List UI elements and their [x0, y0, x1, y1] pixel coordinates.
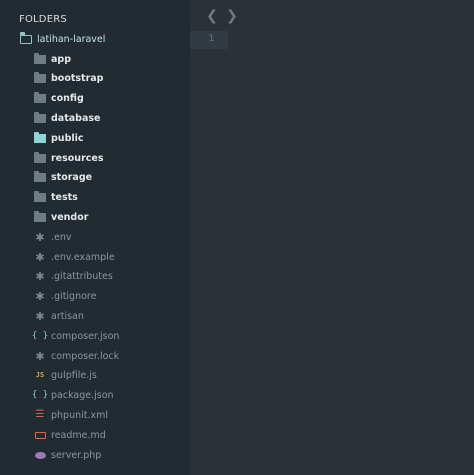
tree-folder-label: app — [51, 53, 72, 65]
tree-file-label: composer.json — [51, 330, 120, 342]
tree-root-folder[interactable]: latihan-laravel — [19, 30, 105, 48]
json-braces-icon: { } — [31, 390, 49, 401]
tree-folder-public[interactable]: public — [33, 129, 84, 147]
sidebar: FOLDERS latihan-laravel app bootstrap conf… — [0, 0, 190, 475]
tree-folder-storage[interactable]: storage — [33, 169, 92, 187]
tree-file-item[interactable]: ✱ .env — [33, 228, 72, 246]
active-line-gutter: 1 — [190, 31, 228, 49]
tree-file-item[interactable]: { } composer.json — [31, 327, 120, 345]
xml-icon: ☰ — [35, 409, 45, 421]
folder-icon — [33, 171, 47, 185]
folder-icon — [33, 151, 47, 165]
tree-file-label: gulpfile.js — [51, 370, 97, 382]
tree-folder-label: vendor — [51, 211, 89, 223]
tree-file-label: phpunit.xml — [51, 409, 109, 421]
asterisk-icon: ✱ — [35, 290, 45, 304]
tree-folder-label: config — [51, 93, 84, 105]
folder-icon — [33, 72, 47, 86]
tree-folder-label: storage — [51, 172, 93, 184]
tree-file-item[interactable]: ✱ composer.lock — [33, 347, 119, 365]
tree-file-item[interactable]: { } package.json — [31, 387, 114, 405]
tree-folder-label: public — [51, 132, 84, 144]
folder-icon — [33, 131, 47, 145]
tree-folder-label: resources — [51, 152, 104, 164]
tree-file-item[interactable]: server.php — [33, 446, 101, 464]
tree-file-item[interactable]: ✱ .gitignore — [33, 288, 96, 306]
tree-folder-database[interactable]: database — [33, 109, 100, 127]
asterisk-icon: ✱ — [35, 230, 45, 244]
tree-file-item[interactable]: JS gulpfile.js — [33, 367, 97, 385]
tree-folder-bootstrap[interactable]: bootstrap — [33, 70, 104, 88]
folder-icon — [33, 210, 47, 224]
tree-folder-app[interactable]: app — [33, 50, 71, 68]
folder-icon — [33, 191, 47, 205]
tree-file-label: package.json — [51, 390, 114, 402]
back-button[interactable]: ❮ — [205, 8, 219, 24]
editor-pane[interactable]: ❮ ❯ 1 — [190, 0, 474, 475]
tree-file-item[interactable]: ✱ .env.example — [33, 248, 115, 266]
tree-file-item[interactable]: ☰ phpunit.xml — [33, 406, 109, 424]
tree-file-label: .env — [51, 231, 72, 243]
tree-folder-vendor[interactable]: vendor — [33, 208, 88, 226]
tree-folder-label: bootstrap — [51, 73, 104, 85]
json-braces-icon: { } — [31, 330, 49, 341]
tree-folder-config[interactable]: config — [33, 90, 84, 108]
folder-icon — [33, 52, 47, 66]
tree-file-label: server.php — [51, 449, 102, 461]
tree-file-label: .gitattributes — [51, 271, 113, 283]
tree-file-label: .gitignore — [51, 291, 97, 303]
sidebar-title: FOLDERS — [19, 14, 67, 25]
php-icon — [33, 448, 47, 462]
chevron-right-icon: ❯ — [226, 8, 238, 24]
asterisk-icon: ✱ — [35, 309, 45, 323]
tree-file-item[interactable]: readme.md — [33, 426, 106, 444]
tree-file-item[interactable]: ✱ artisan — [33, 307, 84, 325]
tree-folder-resources[interactable]: resources — [33, 149, 104, 167]
asterisk-icon: ✱ — [35, 349, 45, 363]
tree-file-label: .env.example — [51, 251, 115, 263]
chevron-left-icon: ❮ — [206, 8, 218, 24]
asterisk-icon: ✱ — [35, 250, 45, 264]
tree-file-label: artisan — [51, 310, 84, 322]
tree-file-label: composer.lock — [51, 350, 120, 362]
folder-icon — [33, 92, 47, 106]
tree-folder-label: database — [51, 112, 101, 124]
forward-button[interactable]: ❯ — [225, 8, 239, 24]
folder-icon — [33, 111, 47, 125]
markdown-icon — [33, 428, 47, 442]
tree-file-item[interactable]: ✱ .gitattributes — [33, 268, 113, 286]
tree-folder-tests[interactable]: tests — [33, 189, 78, 207]
asterisk-icon: ✱ — [35, 270, 45, 284]
js-icon: JS — [35, 371, 45, 380]
tree-folder-label: tests — [51, 192, 78, 204]
folder-open-icon — [19, 32, 33, 46]
tree-root-label: latihan-laravel — [37, 33, 106, 45]
line-number: 1 — [208, 34, 214, 44]
tree-file-label: readme.md — [51, 429, 106, 441]
